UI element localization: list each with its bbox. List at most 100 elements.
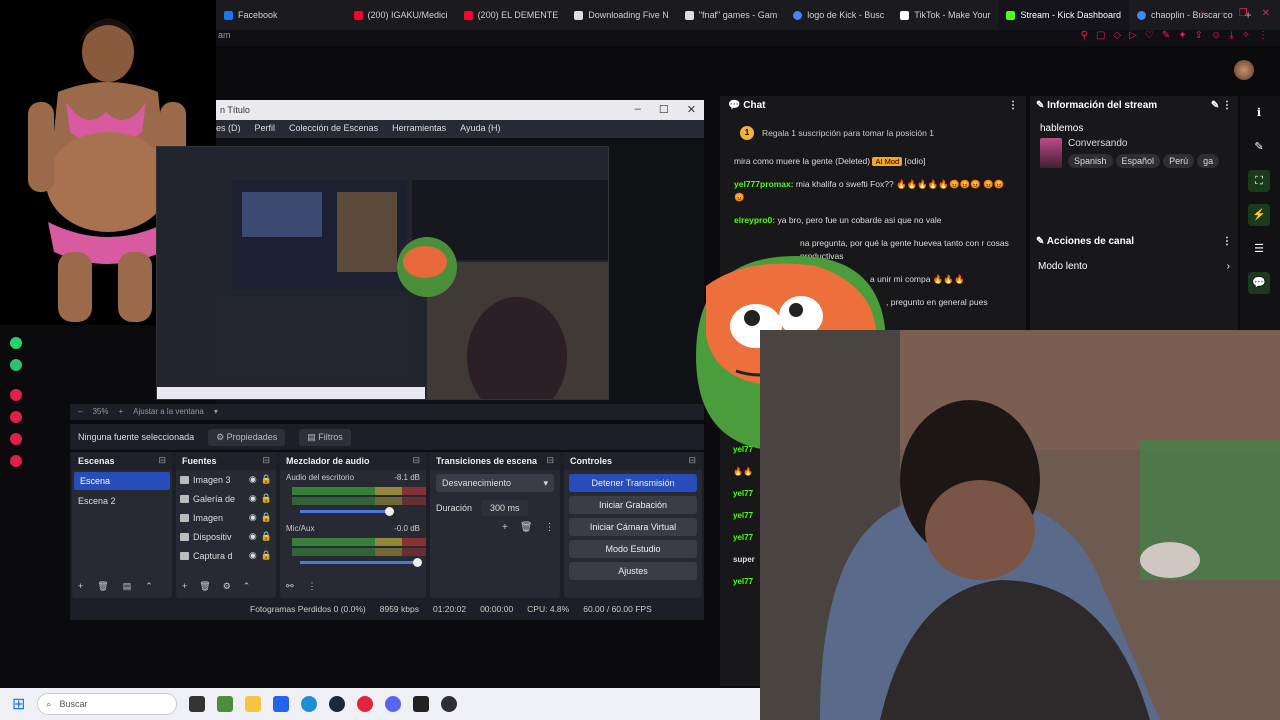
trash-icon[interactable]: 🗑: [97, 581, 108, 592]
menu-icon[interactable]: ⋮: [1222, 236, 1232, 247]
studio-mode-button[interactable]: Modo Estudio: [569, 540, 697, 558]
menu-scene-collection[interactable]: Colección de Escenas: [289, 123, 378, 138]
eye-icon[interactable]: ◉: [249, 531, 257, 542]
clock-icon[interactable]: [10, 411, 22, 423]
zoom-in-button[interactable]: +: [118, 407, 123, 417]
discord-icon[interactable]: [385, 696, 402, 712]
opera-icon[interactable]: [357, 696, 374, 712]
search-icon[interactable]: ⌕: [1199, 8, 1205, 19]
chat-user[interactable]: yel77: [733, 577, 761, 599]
taskbar-search[interactable]: ⌕ Buscar: [37, 693, 178, 715]
download-icon[interactable]: ⤓: [1229, 30, 1233, 41]
tab-downloading[interactable]: Downloading Five N: [566, 0, 677, 30]
maximize-icon[interactable]: ☐: [659, 103, 669, 116]
tab-youtube-2[interactable]: (200) EL DEMENTE: [456, 0, 567, 30]
chat-user[interactable]: yel77: [733, 533, 761, 555]
fit-window-button[interactable]: Ajustar a la ventana: [133, 407, 204, 417]
chat-user[interactable]: yel77: [733, 511, 761, 533]
close-icon[interactable]: ✕: [1262, 8, 1270, 19]
menu-tools[interactable]: Herramientas: [392, 123, 446, 138]
windows-start-icon[interactable]: ⊞: [12, 694, 25, 714]
restore-icon[interactable]: ❐: [1239, 8, 1248, 19]
share-icon[interactable]: ⇪: [1195, 30, 1203, 41]
lightning-icon[interactable]: ⚡: [1248, 204, 1270, 226]
filter-icon[interactable]: ▤: [123, 581, 132, 592]
tab-tiktok[interactable]: TikTok - Make Your: [892, 0, 998, 30]
settings-button[interactable]: Ajustes: [569, 562, 697, 580]
scene-item[interactable]: Escena: [74, 472, 170, 490]
menu-icon[interactable]: ⋮: [1008, 100, 1018, 111]
source-item[interactable]: Imagen 3 ◉ 🔒: [176, 470, 276, 489]
menu-icon[interactable]: ⋮: [308, 581, 317, 592]
gift-banner[interactable]: 1 Regala 1 suscripción para tomar la posi…: [740, 126, 1006, 140]
tab-fnaf[interactable]: "fnaf" games - Gam: [677, 0, 785, 30]
add-icon[interactable]: +: [78, 581, 83, 592]
tag[interactable]: ga: [1197, 154, 1220, 168]
obs-preview-canvas[interactable]: [156, 146, 609, 400]
minimize-icon[interactable]: –: [635, 103, 641, 116]
puzzle-icon[interactable]: ✦: [1178, 30, 1186, 41]
slow-mode-item[interactable]: Modo lento ›: [1030, 251, 1238, 282]
tab-youtube-1[interactable]: (200) IGAKU/Medici: [346, 0, 456, 30]
edge-icon[interactable]: [301, 696, 318, 712]
eye-icon[interactable]: ◉: [249, 550, 257, 561]
epic-games-icon[interactable]: [413, 696, 430, 712]
start-recording-button[interactable]: Iniciar Grabación: [569, 496, 697, 514]
pin-icon[interactable]: ⚲: [1081, 30, 1088, 41]
source-item[interactable]: Galería de ◉ 🔒: [176, 489, 276, 508]
pencil-icon[interactable]: ✎: [1248, 136, 1270, 158]
tag[interactable]: Perú: [1163, 154, 1195, 168]
pencil-icon[interactable]: ✎: [1162, 30, 1170, 41]
menu-icon[interactable]: ⋮: [1258, 30, 1268, 41]
minecraft-icon[interactable]: [217, 696, 234, 712]
heart-icon[interactable]: ♡: [1145, 30, 1154, 41]
menu-icon[interactable]: ⋮: [545, 522, 555, 533]
zoom-out-button[interactable]: –: [78, 407, 82, 417]
chevron-up-icon[interactable]: ⌃: [145, 581, 153, 592]
menu-scenes[interactable]: es (D): [216, 123, 241, 138]
obs-icon[interactable]: [441, 696, 458, 712]
source-item[interactable]: Captura d ◉ 🔒: [176, 546, 276, 565]
trash-icon[interactable]: 🗑: [199, 581, 210, 592]
folder-icon[interactable]: [245, 696, 262, 712]
ai-icon[interactable]: ✧: [1242, 30, 1250, 41]
tag[interactable]: Español: [1115, 154, 1161, 168]
chat-icon[interactable]: 💬: [1248, 272, 1270, 294]
square-icon[interactable]: ▢: [1096, 30, 1105, 41]
tab-kick-dashboard[interactable]: Stream - Kick Dashboard: [998, 0, 1130, 30]
eye-icon[interactable]: ◉: [249, 512, 257, 523]
source-item[interactable]: Dispositiv ◉ 🔒: [176, 527, 276, 546]
lock-icon[interactable]: 🔒: [261, 531, 272, 542]
edit-icon[interactable]: ✎ ⋮: [1211, 100, 1232, 111]
link-icon[interactable]: ⚯: [286, 581, 294, 592]
add-icon[interactable]: +: [182, 581, 187, 592]
tab-google[interactable]: logo de Kick - Busc: [785, 0, 892, 30]
filters-button[interactable]: ▤ Filtros: [299, 428, 351, 446]
eye-icon[interactable]: ◉: [249, 493, 257, 504]
chat-user[interactable]: super: [733, 555, 761, 577]
tag-icon[interactable]: ◇: [1113, 30, 1121, 41]
volume-slider[interactable]: [300, 507, 394, 516]
transition-select[interactable]: Desvanecimiento ▾: [436, 474, 554, 492]
bell-icon[interactable]: [10, 433, 22, 445]
virtual-camera-button[interactable]: Iniciar Cámara Virtual: [569, 518, 697, 536]
minimize-icon[interactable]: –: [1219, 8, 1225, 19]
obs-titlebar[interactable]: n Título – ☐ ✕: [216, 100, 704, 120]
list-icon[interactable]: ☰: [1248, 238, 1270, 260]
menu-help[interactable]: Ayuda (H): [460, 123, 500, 138]
avatar[interactable]: [1234, 60, 1254, 80]
whatsapp-icon[interactable]: [10, 337, 22, 349]
app-icon[interactable]: [10, 359, 22, 371]
fullscreen-icon[interactable]: ⛶: [1248, 170, 1270, 192]
tag[interactable]: Spanish: [1068, 154, 1113, 168]
add-icon[interactable]: +: [502, 522, 508, 533]
task-view-icon[interactable]: [189, 696, 206, 712]
source-item[interactable]: Imagen ◉ 🔒: [176, 508, 276, 527]
user-icon[interactable]: ☺: [1211, 30, 1221, 41]
eye-icon[interactable]: ◉: [249, 474, 257, 485]
trash-icon[interactable]: 🗑: [520, 522, 533, 533]
properties-button[interactable]: ⚙ Propiedades: [208, 428, 286, 446]
close-icon[interactable]: ✕: [687, 103, 696, 116]
settings-icon[interactable]: [10, 455, 22, 467]
menu-profile[interactable]: Perfil: [255, 123, 276, 138]
